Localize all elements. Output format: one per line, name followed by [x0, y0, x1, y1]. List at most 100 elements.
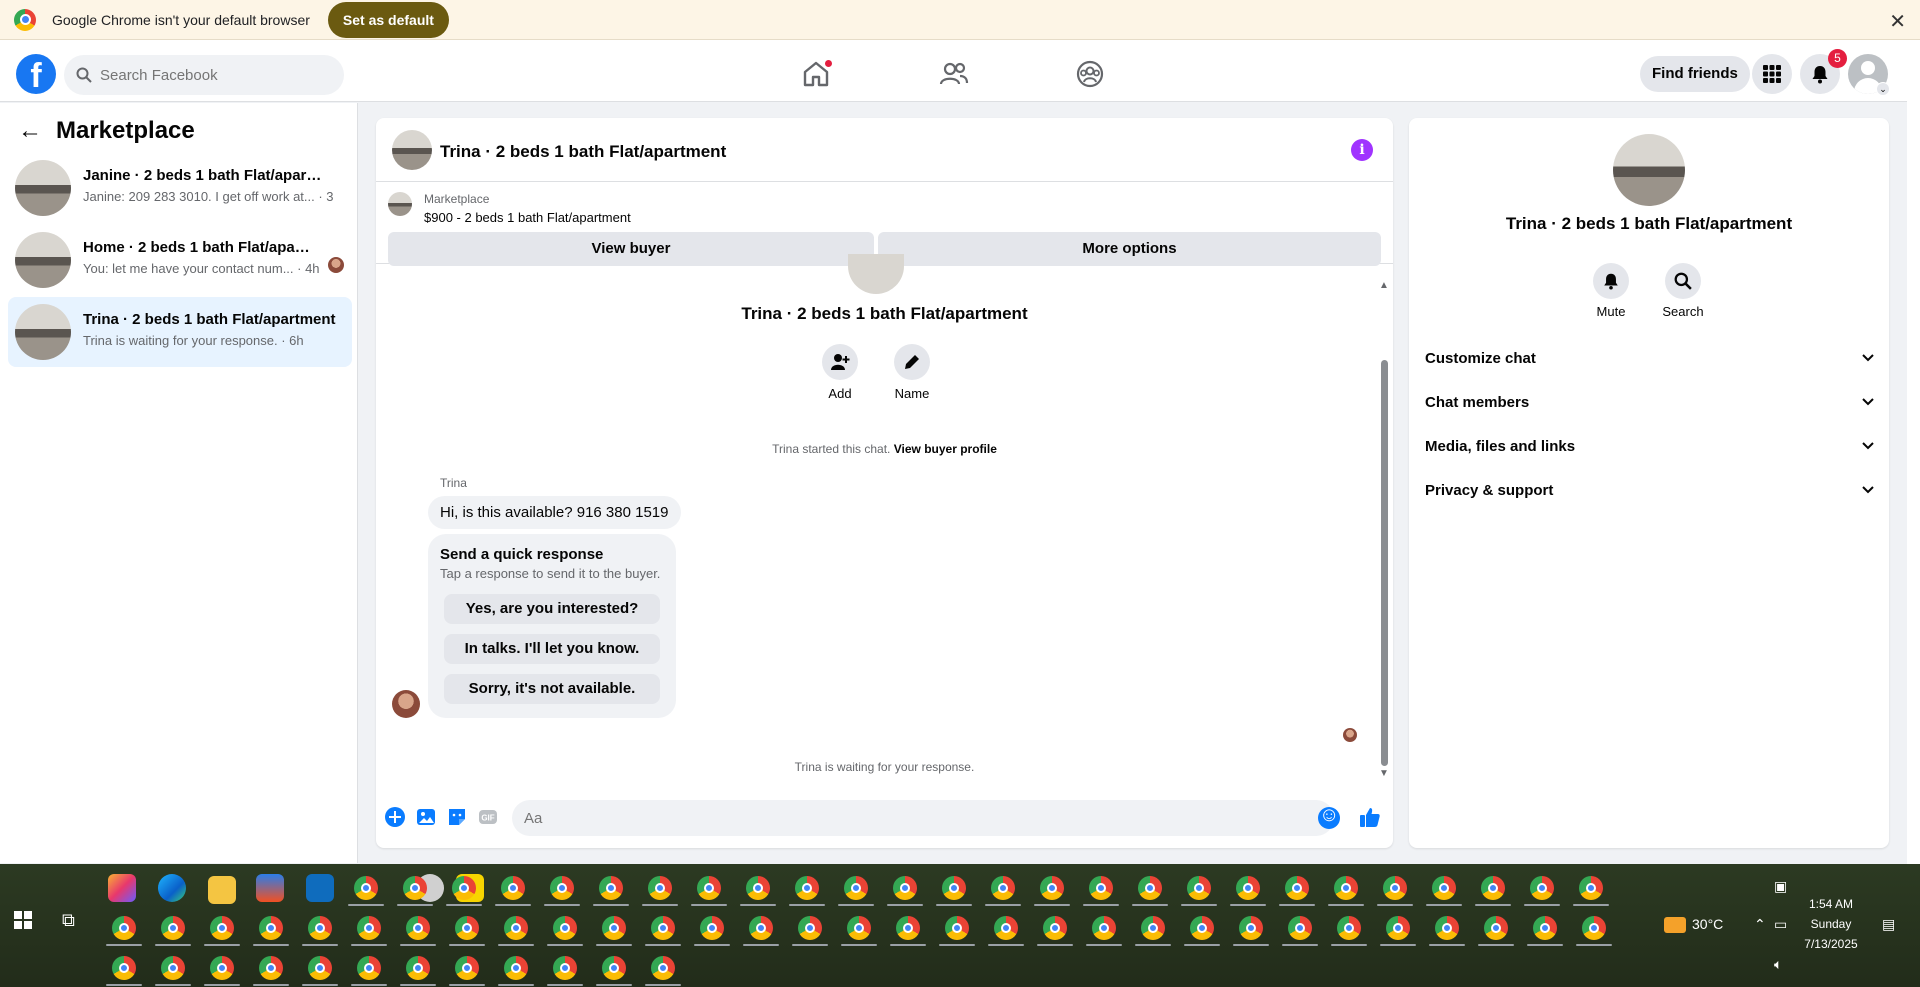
media-files-links-section[interactable]: Media, files and links [1425, 429, 1875, 465]
chrome-window-icon[interactable] [746, 876, 770, 900]
mute-button[interactable] [1593, 263, 1629, 299]
chrome-window-icon[interactable] [259, 916, 283, 940]
chrome-window-icon[interactable] [210, 956, 234, 980]
chrome-window-icon[interactable] [1579, 876, 1603, 900]
more-options-button[interactable]: More options [878, 232, 1381, 266]
chrome-window-icon[interactable] [798, 916, 822, 940]
scroll-thumb[interactable] [1381, 360, 1388, 766]
emoji-icon[interactable] [1318, 804, 1340, 829]
chrome-window-icon[interactable] [1285, 876, 1309, 900]
chrome-window-icon[interactable] [599, 876, 623, 900]
chrome-window-icon[interactable] [602, 956, 626, 980]
search-box[interactable] [64, 55, 344, 95]
chrome-window-icon[interactable] [1187, 876, 1211, 900]
chat-thumbnail[interactable] [392, 130, 432, 170]
chrome-window-icon[interactable] [455, 916, 479, 940]
message-input[interactable] [512, 800, 1334, 836]
notification-center-icon[interactable]: ▤ [1882, 916, 1895, 933]
back-arrow-icon[interactable]: ← [18, 117, 42, 145]
file-explorer-icon[interactable] [208, 876, 236, 904]
chrome-window-icon[interactable] [697, 876, 721, 900]
chrome-window-icon[interactable] [1092, 916, 1116, 940]
chrome-window-icon[interactable] [1236, 876, 1260, 900]
chrome-window-icon[interactable] [1288, 916, 1312, 940]
volume-icon[interactable]: 🔈︎ [1774, 956, 1782, 973]
store-icon[interactable] [256, 874, 284, 902]
chrome-window-icon[interactable] [1582, 916, 1606, 940]
quick-response-option[interactable]: In talks. I'll let you know. [444, 634, 660, 664]
chrome-window-icon[interactable] [1239, 916, 1263, 940]
chrome-window-icon[interactable] [942, 876, 966, 900]
info-icon[interactable]: i [1351, 139, 1373, 161]
chrome-window-icon[interactable] [893, 876, 917, 900]
friends-icon[interactable] [938, 58, 970, 90]
quick-response-option[interactable]: Sorry, it's not available. [444, 674, 660, 704]
privacy-support-section[interactable]: Privacy & support [1425, 473, 1875, 509]
chrome-window-icon[interactable] [1141, 916, 1165, 940]
chrome-window-icon[interactable] [553, 916, 577, 940]
sender-avatar[interactable] [392, 690, 420, 718]
chat-title[interactable]: Trina · 2 beds 1 bath Flat/apartment [440, 142, 726, 162]
view-buyer-button[interactable]: View buyer [388, 232, 874, 266]
chrome-window-icon[interactable] [1337, 916, 1361, 940]
conversation-item[interactable]: Janine · 2 beds 1 bath Flat/apartm... Ja… [8, 153, 352, 223]
chrome-window-icon[interactable] [406, 956, 430, 980]
chrome-window-icon[interactable] [945, 916, 969, 940]
edge-icon[interactable] [158, 874, 186, 902]
chrome-window-icon[interactable] [161, 916, 185, 940]
chrome-window-icon[interactable] [452, 876, 476, 900]
chrome-window-icon[interactable] [504, 916, 528, 940]
chat-members-section[interactable]: Chat members [1425, 385, 1875, 421]
chrome-window-icon[interactable] [403, 876, 427, 900]
chrome-window-icon[interactable] [651, 956, 675, 980]
chrome-window-icon[interactable] [406, 916, 430, 940]
chrome-window-icon[interactable] [847, 916, 871, 940]
chrome-window-icon[interactable] [1432, 876, 1456, 900]
chrome-window-icon[interactable] [896, 916, 920, 940]
chrome-window-icon[interactable] [1533, 916, 1557, 940]
chrome-window-icon[interactable] [504, 956, 528, 980]
photo-icon[interactable] [415, 806, 437, 828]
chrome-window-icon[interactable] [1089, 876, 1113, 900]
chevron-down-icon[interactable]: ⌄ [1876, 82, 1890, 96]
chrome-window-icon[interactable] [648, 876, 672, 900]
thread-scrollbar[interactable]: ▲ ▼ [1379, 280, 1389, 780]
chrome-window-icon[interactable] [112, 916, 136, 940]
scroll-up-arrow-icon[interactable]: ▲ [1379, 280, 1389, 291]
system-clock[interactable]: 1:54 AM Sunday 7/13/2025 [1798, 894, 1864, 954]
chrome-window-icon[interactable] [651, 916, 675, 940]
chrome-window-icon[interactable] [991, 876, 1015, 900]
page-scrollbar[interactable] [1907, 40, 1920, 864]
display-icon[interactable]: ▭ [1774, 916, 1787, 933]
set-as-default-button[interactable]: Set as default [327, 1, 449, 38]
chrome-window-icon[interactable] [1190, 916, 1214, 940]
chrome-window-icon[interactable] [1481, 876, 1505, 900]
chrome-window-icon[interactable] [308, 916, 332, 940]
facebook-logo-icon[interactable]: f [16, 54, 56, 95]
outlook-icon[interactable] [306, 874, 334, 902]
task-view-icon[interactable]: ⧉ [62, 910, 75, 931]
menu-button[interactable] [1752, 54, 1792, 94]
search-in-chat-button[interactable] [1665, 263, 1701, 299]
close-icon[interactable]: ✕ [1889, 9, 1906, 34]
chrome-window-icon[interactable] [455, 956, 479, 980]
chrome-window-icon[interactable] [553, 956, 577, 980]
chrome-window-icon[interactable] [1383, 876, 1407, 900]
quick-response-option[interactable]: Yes, are you interested? [444, 594, 660, 624]
chrome-window-icon[interactable] [1386, 916, 1410, 940]
chrome-window-icon[interactable] [795, 876, 819, 900]
plus-circle-icon[interactable] [384, 806, 406, 828]
chrome-window-icon[interactable] [602, 916, 626, 940]
chrome-window-icon[interactable] [700, 916, 724, 940]
chrome-window-icon[interactable] [308, 956, 332, 980]
listing-price[interactable]: $900 - 2 beds 1 bath Flat/apartment [424, 210, 631, 225]
chrome-window-icon[interactable] [550, 876, 574, 900]
gif-icon[interactable]: GIF [477, 806, 499, 828]
message-bubble[interactable]: Hi, is this available? 916 380 1519 [428, 496, 681, 529]
windows-start-icon[interactable] [14, 911, 32, 929]
chrome-window-icon[interactable] [1435, 916, 1459, 940]
chrome-window-icon[interactable] [1484, 916, 1508, 940]
chrome-window-icon[interactable] [210, 916, 234, 940]
view-buyer-profile-link[interactable]: View buyer profile [894, 442, 997, 456]
find-friends-button[interactable]: Find friends [1640, 56, 1750, 92]
